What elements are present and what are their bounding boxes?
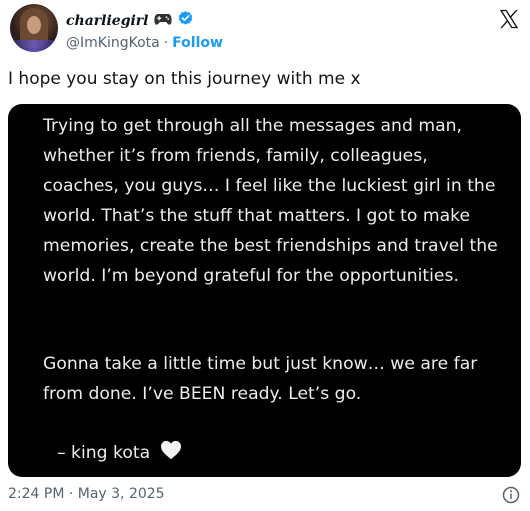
note-paragraph-2: Gonna take a little time but just know… … xyxy=(43,354,478,404)
signature-text: – king kota xyxy=(57,442,151,463)
tweet-timestamp[interactable]: 2:24 PM · May 3, 2025 xyxy=(8,486,165,502)
name-row: charliegirl xyxy=(66,10,194,31)
tweet-header: charliegirl @ImKingKota · Follow xyxy=(8,4,522,56)
tweet-text: I hope you stay on this journey with me … xyxy=(8,69,361,89)
white-heart-icon xyxy=(160,440,182,465)
user-handle[interactable]: @ImKingKota xyxy=(66,35,160,51)
avatar[interactable] xyxy=(10,4,58,52)
note-paragraph-1: Trying to get through all the messages a… xyxy=(43,116,498,286)
handle-row: @ImKingKota · Follow xyxy=(66,35,223,51)
follow-button[interactable]: Follow xyxy=(172,35,223,51)
info-icon[interactable] xyxy=(502,486,520,504)
x-logo-icon[interactable] xyxy=(498,8,520,30)
verified-badge-icon xyxy=(177,10,194,31)
separator-dot: · xyxy=(163,35,169,51)
tweet-image[interactable]: Trying to get through all the messages a… xyxy=(8,104,521,477)
signature-line: – king kota xyxy=(57,440,182,465)
display-name[interactable]: charliegirl xyxy=(66,13,149,29)
game-controller-icon xyxy=(153,11,172,30)
